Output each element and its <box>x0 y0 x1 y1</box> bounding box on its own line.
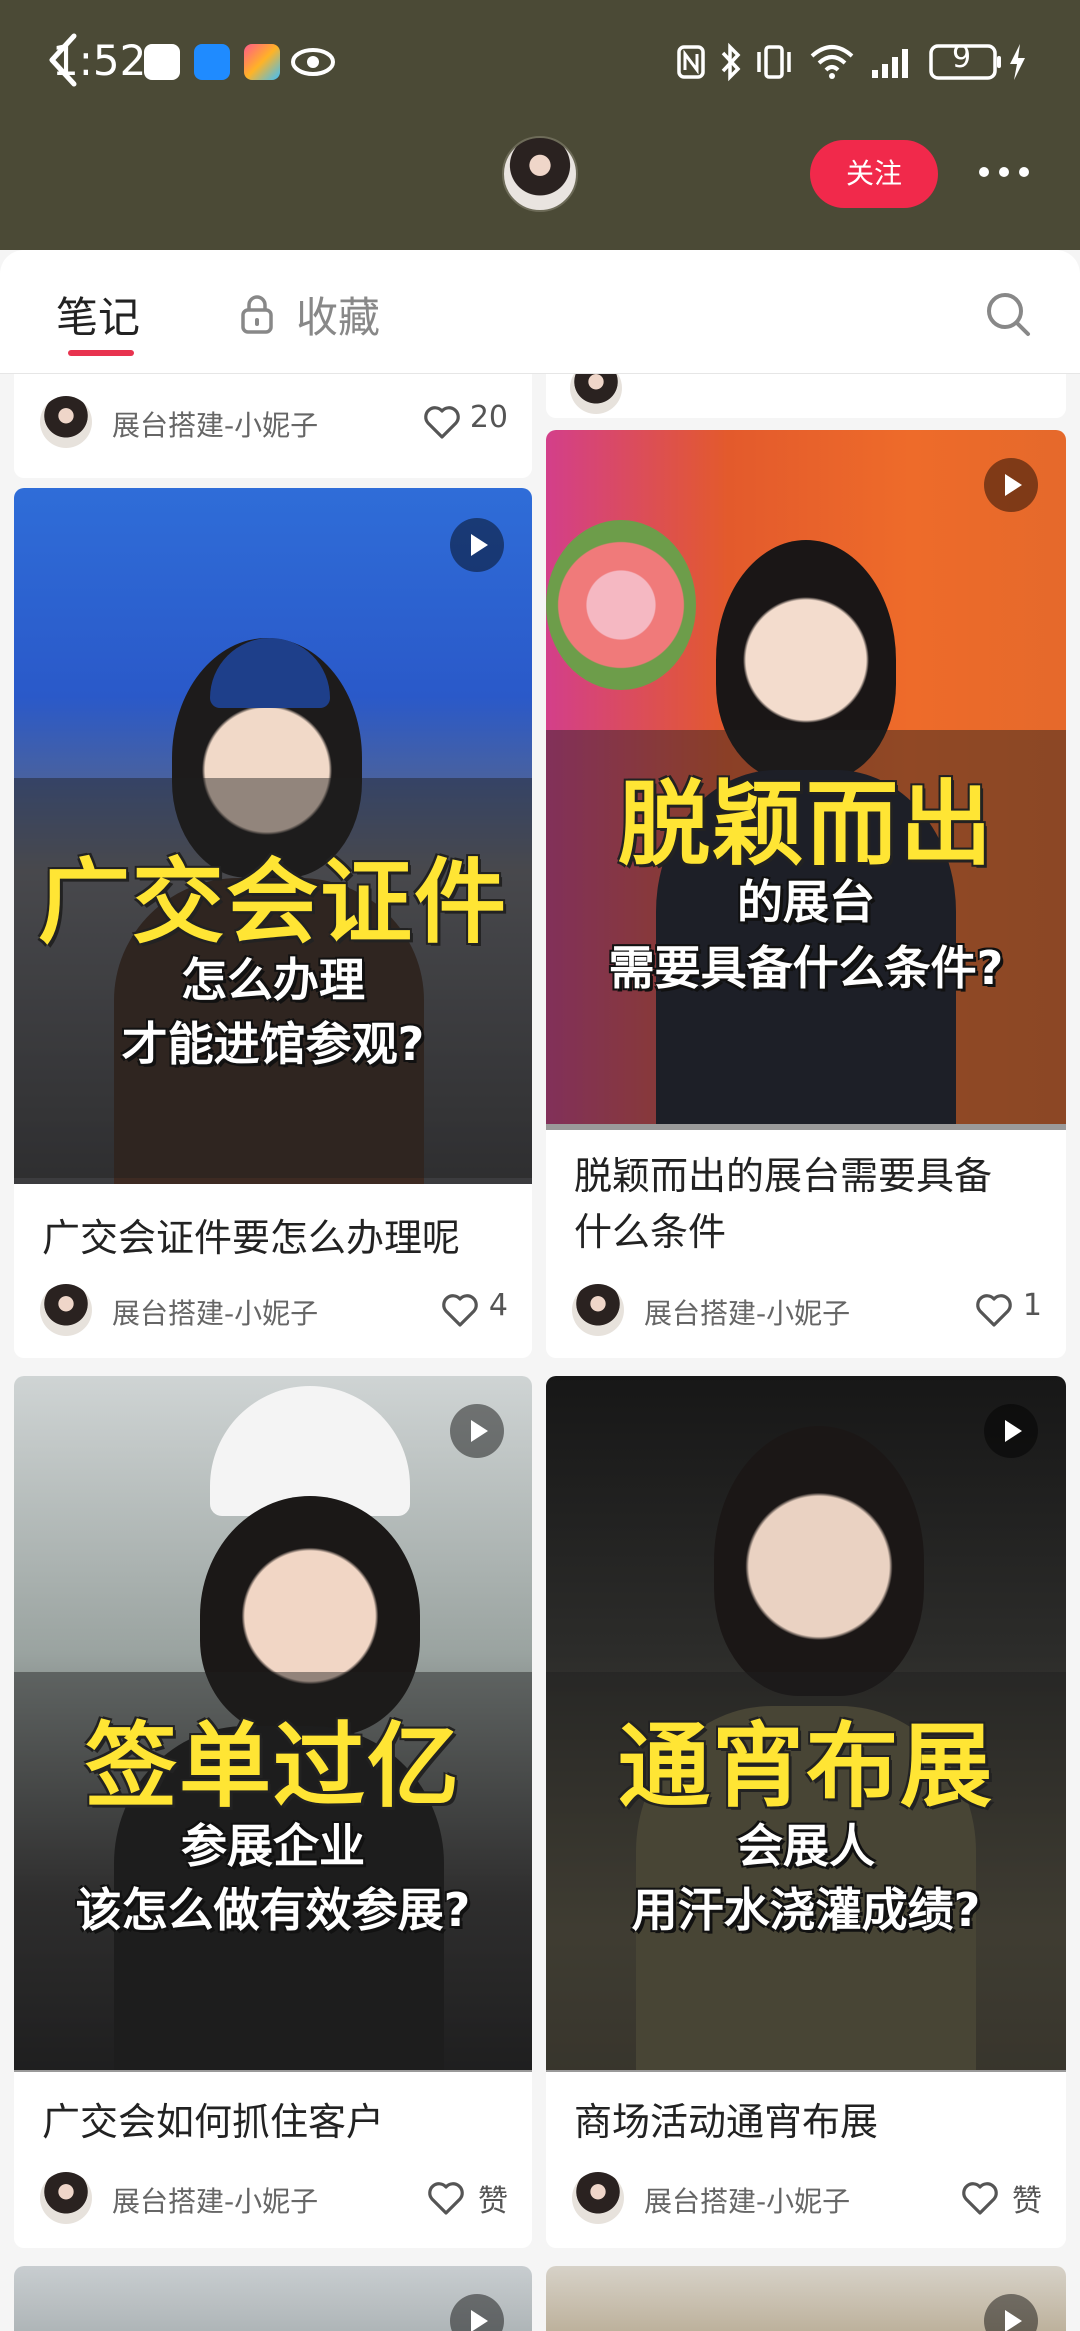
search-icon[interactable] <box>984 290 1032 338</box>
note-card[interactable]: 通宵布展 会展人 用汗水浇灌成绩? 商场活动通宵布展 展台搭建-小妮子 赞 <box>546 1376 1066 2248</box>
play-icon <box>984 1404 1038 1458</box>
card-title[interactable]: 脱颖而出的展台需要具备 什么条件 <box>574 1148 1046 1260</box>
tab-favorites[interactable]: 收藏 <box>296 284 380 345</box>
like-count: 1 <box>1022 1288 1042 1323</box>
thumbnail-subtitle: 会展人 <box>737 1819 875 1873</box>
wifi-icon <box>810 45 854 79</box>
play-icon <box>450 518 504 572</box>
bluetooth-icon <box>721 42 741 82</box>
author-name: 展台搭建-小妮子 <box>112 1297 319 1330</box>
heart-icon[interactable] <box>422 404 462 440</box>
tab-notes[interactable]: 笔记 <box>56 284 140 345</box>
like-count: 赞 <box>478 2184 508 2219</box>
thumbnail-headline: 脱颖而出 <box>617 771 994 878</box>
card-meta: 展台搭建-小妮子 1 <box>572 1284 1042 1340</box>
thumbnail-subtitle: 怎么办理 <box>181 953 365 1007</box>
thumbnail-headline: 广交会证件 <box>37 849 508 956</box>
author-name: 展台搭建-小妮子 <box>644 2185 851 2218</box>
like-count: 4 <box>488 1288 508 1323</box>
signal-icon <box>872 49 908 78</box>
thumbnail-headline: 签单过亿 <box>84 1713 461 1820</box>
thumbnail-subtitle: 需要具备什么条件? <box>608 941 1004 995</box>
thumbnail-subtitle: 参展企业 <box>181 1819 365 1873</box>
play-icon <box>984 458 1038 512</box>
card-meta: 展台搭建-小妮子 赞 <box>572 2172 1042 2228</box>
follow-button[interactable]: 关注 <box>810 140 938 208</box>
profile-header: 1:52 9 关注 <box>0 0 1080 250</box>
heart-icon[interactable] <box>960 2180 1000 2216</box>
author-name: 展台搭建-小妮子 <box>644 1297 851 1330</box>
nfc-icon <box>677 45 705 79</box>
profile-avatar[interactable] <box>502 136 578 212</box>
card-title-line: 什么条件 <box>574 1210 727 1254</box>
author-avatar <box>40 2172 92 2224</box>
card-title[interactable]: 广交会如何抓住客户 <box>42 2094 512 2150</box>
card-meta: 展台搭建-小妮子 20 <box>40 396 508 452</box>
author-avatar <box>40 396 92 448</box>
author-avatar <box>572 2172 624 2224</box>
lock-icon <box>241 295 273 334</box>
status-bar: 1:52 9 <box>0 0 1080 125</box>
flowers <box>546 520 696 690</box>
play-icon <box>450 1404 504 1458</box>
author-avatar <box>40 1284 92 1336</box>
app-notification-icon <box>144 44 180 80</box>
thumbnail-subtitle: 该怎么做有效参展? <box>75 1883 471 1937</box>
card-title-line: 脱颖而出的展台需要具备 <box>574 1154 993 1198</box>
vibrate-icon <box>757 45 791 79</box>
person-image <box>714 1426 924 1696</box>
author-avatar <box>572 1284 624 1336</box>
app-notification-icon-2 <box>194 44 230 80</box>
heart-icon[interactable] <box>440 1292 480 1328</box>
battery-level: 9 <box>952 40 972 75</box>
eye-icon <box>291 48 335 76</box>
app-notification-icon-3 <box>244 44 280 80</box>
note-card[interactable] <box>14 2266 532 2331</box>
heart-icon[interactable] <box>426 2180 466 2216</box>
more-options-icon[interactable] <box>976 162 1032 182</box>
note-card[interactable]: 签单过亿 参展企业 该怎么做有效参展? 广交会如何抓住客户 展台搭建-小妮子 赞 <box>14 1376 532 2248</box>
thumbnail-headline: 通宵布展 <box>617 1713 994 1820</box>
heart-icon[interactable] <box>974 1292 1014 1328</box>
charging-icon <box>1010 44 1025 80</box>
tab-bar: 笔记 收藏 <box>0 250 1080 374</box>
video-thumbnail[interactable]: 广交会证件 怎么办理 才能进馆参观? <box>14 488 532 1184</box>
author-name: 展台搭建-小妮子 <box>112 409 319 442</box>
like-count: 20 <box>469 400 508 435</box>
like-count: 赞 <box>1012 2184 1042 2219</box>
thumbnail-subtitle: 的展台 <box>737 875 875 929</box>
active-tab-indicator <box>68 350 134 356</box>
card-title[interactable]: 广交会证件要怎么办理呢 <box>42 1210 512 1266</box>
note-card[interactable]: 脱颖而出 的展台 需要具备什么条件? 脱颖而出的展台需要具备 什么条件 展台搭建… <box>546 430 1066 1358</box>
video-thumbnail[interactable]: 通宵布展 会展人 用汗水浇灌成绩? <box>546 1376 1066 2072</box>
thumbnail-subtitle: 才能进馆参观? <box>121 1017 425 1071</box>
back-arrow-icon[interactable] <box>44 30 84 90</box>
card-meta: 展台搭建-小妮子 赞 <box>40 2172 508 2228</box>
card-title[interactable]: 商场活动通宵布展 <box>574 2094 1046 2150</box>
thumbnail-subtitle: 用汗水浇灌成绩? <box>631 1883 981 1937</box>
video-thumbnail[interactable]: 签单过亿 参展企业 该怎么做有效参展? <box>14 1376 532 2072</box>
author-name: 展台搭建-小妮子 <box>112 2185 319 2218</box>
content-sheet: 笔记 收藏 展台搭建-小妮子 20 广交会证件 怎么办理 才能进馆参观? 广交会… <box>0 250 1080 2331</box>
note-card[interactable] <box>546 2266 1066 2331</box>
note-card[interactable]: 广交会证件 怎么办理 才能进馆参观? 广交会证件要怎么办理呢 展台搭建-小妮子 … <box>14 488 532 1358</box>
card-meta: 展台搭建-小妮子 4 <box>40 1284 508 1340</box>
video-thumbnail[interactable]: 脱颖而出 的展台 需要具备什么条件? <box>546 430 1066 1130</box>
